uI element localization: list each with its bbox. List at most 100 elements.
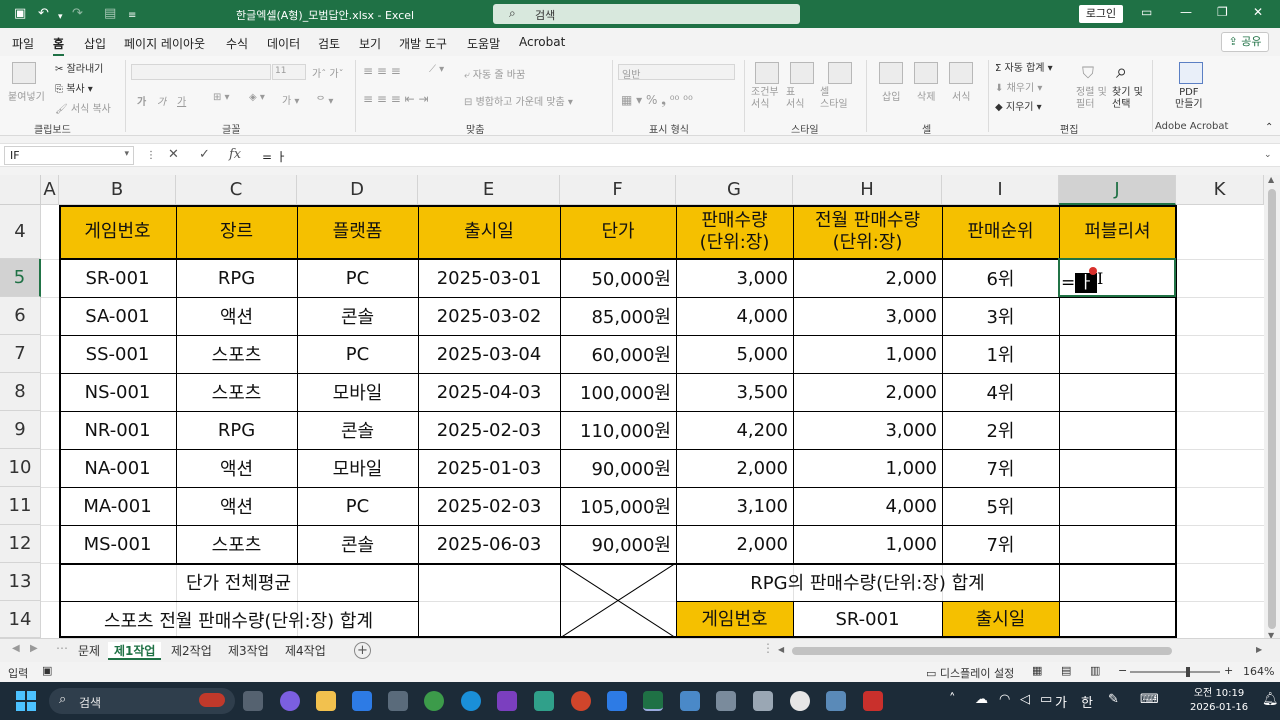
paste-icon[interactable] [12,62,36,84]
autosum-button[interactable]: Σ 자동 합계 ▾ [995,59,1053,74]
data-cell[interactable]: 2위 [942,411,1059,449]
data-cell[interactable]: 콘솔 [297,411,418,449]
data-cell[interactable]: 모바일 [297,373,418,411]
data-cell[interactable]: 3,000 [676,259,793,297]
app-icon-gray[interactable] [388,691,408,711]
row-header-7[interactable]: 7 [0,335,41,373]
notifications-icon[interactable]: 🔔︎ [1262,692,1279,707]
data-cell[interactable]: NS-001 [59,373,176,411]
edge-icon[interactable] [461,691,481,711]
conditional-format-button[interactable]: 조건부 서식 [751,87,779,111]
row-header-6[interactable]: 6 [0,297,41,335]
sheet-tab-task3[interactable]: 제3작업 [222,642,275,660]
insert-function-button[interactable]: fx [229,147,241,162]
scroll-left-icon[interactable]: ◀ [778,645,784,654]
data-cell[interactable]: 3,100 [676,487,793,525]
ime-mode[interactable]: 한 [1081,692,1093,711]
border-icon[interactable]: ⊞ ▾ [213,92,230,103]
column-header-h[interactable]: H [793,175,942,205]
data-cell[interactable]: 110,000원 [560,411,676,449]
font-family-select[interactable] [131,64,271,80]
header-cell[interactable]: 퍼블리셔 [1059,205,1176,259]
login-button[interactable]: 로그인 [1079,5,1123,23]
font-size-select[interactable]: 11 [272,64,306,80]
format-table-button[interactable]: 표 서식 [786,87,804,111]
data-cell[interactable]: 1,000 [793,335,942,373]
data-cell[interactable]: 7위 [942,525,1059,563]
row-header-13[interactable]: 13 [0,563,41,601]
data-cell[interactable]: 1위 [942,335,1059,373]
zoom-slider[interactable] [1130,667,1220,677]
rpg-sum-value-cell[interactable] [1059,563,1176,601]
column-header-f[interactable]: F [560,175,676,205]
redo-icon[interactable]: ↷ [72,6,83,22]
wifi-icon[interactable]: ◠ [999,692,1010,707]
data-cell[interactable]: 105,000원 [560,487,676,525]
data-cell[interactable]: MS-001 [59,525,176,563]
column-header-b[interactable]: B [59,175,176,205]
data-cell[interactable]: 3,000 [793,411,942,449]
name-box[interactable]: IF ▾ [4,146,134,165]
data-cell[interactable]: 2025-06-03 [418,525,560,563]
data-cell[interactable]: PC [297,335,418,373]
scroll-right-icon[interactable]: ▶ [1256,645,1262,654]
undo-icon[interactable]: ↶ [38,6,49,22]
row-header-10[interactable]: 10 [0,449,41,487]
data-cell[interactable]: 3,000 [793,297,942,335]
normal-view-icon[interactable]: ▦ [1032,664,1042,677]
taskbar-clock[interactable]: 오전 10:19 2026-01-16 [1190,687,1248,715]
tab-data[interactable]: 데이터 [267,35,300,52]
data-cell[interactable]: 3위 [942,297,1059,335]
page-layout-view-icon[interactable]: ▤ [1061,664,1071,677]
data-cell[interactable]: RPG [176,259,297,297]
data-cell[interactable]: 2025-01-03 [418,449,560,487]
worksheet-grid[interactable]: 게임번호 장르 플랫폼 출시일 단가 판매수량 (단위:장) 전월 판매수량 (단위:장) 판… [41,205,1264,638]
sheet-tab-task2[interactable]: 제2작업 [165,642,218,660]
zoom-level[interactable]: 164% [1243,665,1274,678]
close-icon[interactable]: ✕ [1253,5,1263,19]
data-cell[interactable]: 2,000 [676,449,793,487]
phonetic-icon[interactable]: ᄋ ▾ [316,92,333,107]
column-header-a[interactable]: A [41,175,59,205]
data-cell[interactable]: 스포츠 [176,335,297,373]
zoom-in-icon[interactable]: + [1224,664,1233,677]
underline-button[interactable]: 가 [177,93,186,108]
windows-start-icon[interactable] [16,691,36,711]
tab-help[interactable]: 도움말 [467,35,500,52]
customize-toolbar-icon[interactable]: ≡ [128,8,136,24]
copy-button[interactable]: ⎘ 복사 ▾ [55,80,93,95]
task-view-icon[interactable] [243,691,263,711]
data-cell[interactable]: 4위 [942,373,1059,411]
battery-icon[interactable]: ▭ [1040,692,1052,707]
data-cell[interactable]: 액션 [176,449,297,487]
tab-insert[interactable]: 삽입 [84,35,106,52]
publisher-cell[interactable] [1059,411,1176,449]
taskbar-search[interactable]: ⌕ 검색 [49,688,235,714]
search-box[interactable]: ⌕ 검색 [493,4,800,24]
collapse-ribbon-icon[interactable]: ⌃ [1265,122,1273,133]
tab-formulas[interactable]: 수식 [226,35,248,52]
data-cell[interactable]: PC [297,259,418,297]
ribbon-display-icon[interactable]: ▭ [1141,5,1152,19]
column-header-j[interactable]: J [1059,175,1176,205]
pdf-icon[interactable] [1179,62,1203,84]
tab-acrobat[interactable]: Acrobat [519,35,565,49]
data-cell[interactable]: 2025-03-02 [418,297,560,335]
left-align-icon[interactable]: ≡ ≡ ≡ ⇤ ⇥ [363,92,429,106]
save-icon[interactable]: ▣ [14,6,26,22]
column-header-i[interactable]: I [942,175,1059,205]
wrap-text-button[interactable]: ⤶ 자동 줄 바꿈 [464,66,525,81]
data-cell[interactable]: 2,000 [793,373,942,411]
number-format-select[interactable]: 일반 [618,64,735,81]
data-cell[interactable]: 4,000 [676,297,793,335]
column-header-c[interactable]: C [176,175,297,205]
sports-sum-label-cell[interactable]: 스포츠 전월 판매수량(단위:장) 합계 [59,601,418,638]
delete-cells-button[interactable]: 삭제 [917,88,935,103]
enter-icon[interactable]: ✓ [199,147,210,162]
data-cell[interactable]: 2025-04-03 [418,373,560,411]
row-header-9[interactable]: 9 [0,411,41,449]
cell-styles-button[interactable]: 셀 스타일 [820,87,848,111]
column-header-k[interactable]: K [1176,175,1264,205]
pen-input-icon[interactable]: ✎ [1108,692,1119,707]
lookup-date-value-cell[interactable] [1059,601,1176,638]
